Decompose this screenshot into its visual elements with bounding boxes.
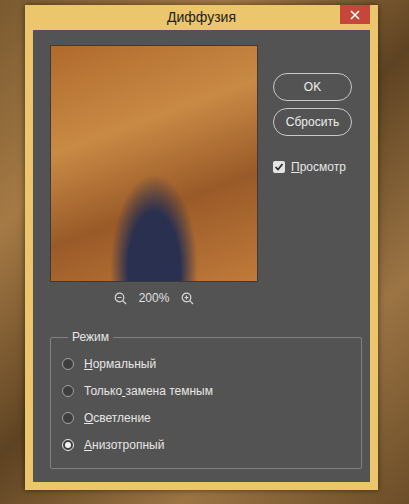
mode-option[interactable]: Анизотропный [62,431,350,458]
preview-column: 200% [50,45,258,312]
zoom-out-icon [114,292,127,305]
mode-option[interactable]: Нормальный [62,350,350,377]
close-icon [350,10,360,20]
window-title: Диффузия [167,7,236,28]
radio-button[interactable] [62,439,74,451]
zoom-row: 200% [50,284,258,312]
check-icon [274,162,284,172]
mode-option[interactable]: Только замена темным [62,377,350,404]
mode-option[interactable]: Осветление [62,404,350,431]
title-bar: Диффузия [33,5,370,30]
radio-button[interactable] [62,358,74,370]
preview-image[interactable] [50,45,258,282]
dialog-body: 200% OK Сбросить Просмотр Режим Нормальный Тол… [33,30,370,482]
label: Анизотропный [84,436,164,454]
radio-dot [65,442,71,448]
close-button[interactable] [340,5,370,24]
button-column: OK Сбросить Просмотр [273,45,352,312]
dialog-button[interactable]: OK [273,73,352,101]
radio-button[interactable] [62,412,74,424]
zoom-in-icon [181,292,194,305]
label: Нормальный [84,355,156,373]
label: Осветление [84,409,151,427]
mode-title: Режим [68,328,113,346]
label: Просмотр [291,158,346,176]
zoom-in-button[interactable] [181,292,194,305]
preview-checkbox[interactable] [273,161,285,173]
dialog-window: Диффузия 200% OK Сбросить Просмотр Режим Норма… [25,5,378,490]
radio-button[interactable] [62,385,74,397]
zoom-out-button[interactable] [114,292,127,305]
preview-checkbox-row[interactable]: Просмотр [273,158,352,176]
photo-background: Диффузия 200% OK Сбросить Просмотр Режим Норма… [0,0,409,504]
zoom-level: 200% [139,289,170,307]
label: Только замена темным [84,382,213,400]
top-row: 200% OK Сбросить Просмотр [50,45,360,312]
mode-group: Режим Нормальный Только замена темным Освет… [50,328,362,469]
dialog-button[interactable]: Сбросить [273,108,352,136]
